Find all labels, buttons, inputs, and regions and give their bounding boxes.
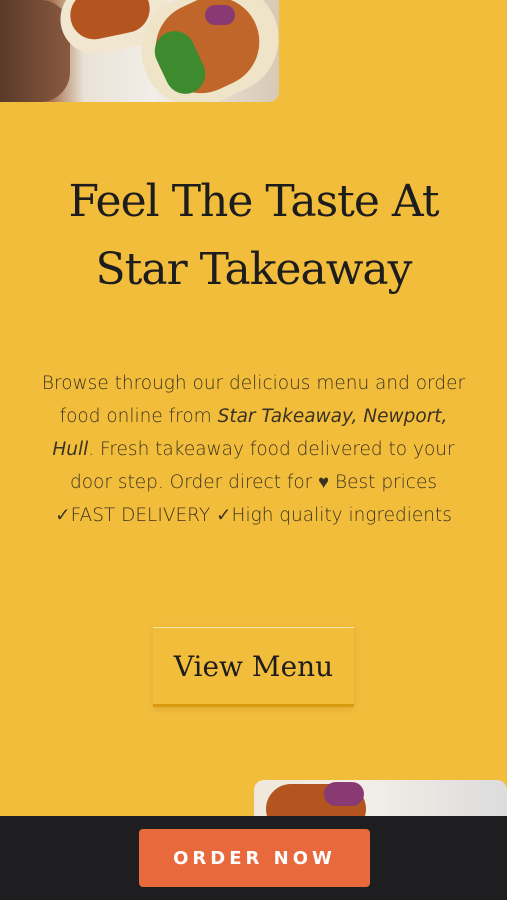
wrap-cabbage — [205, 5, 235, 25]
headline-line-1: Feel The Taste At — [68, 176, 439, 227]
quality-text: High quality ingredients — [231, 505, 452, 526]
best-prices-text: Best prices — [335, 472, 437, 493]
page-title: Feel The Taste At Star Takeaway — [0, 168, 507, 304]
heart-icon: ♥ — [318, 472, 330, 493]
check-icon: ✓ — [216, 505, 232, 526]
order-now-button[interactable]: ORDER NOW — [139, 829, 370, 887]
hero-food-image — [0, 0, 279, 102]
intro-paragraph: Browse through our delicious menu and or… — [40, 367, 467, 532]
check-icon: ✓ — [55, 505, 71, 526]
bottom-bar: ORDER NOW — [0, 816, 507, 900]
fast-delivery-text: FAST DELIVERY — [70, 505, 211, 526]
headline-line-2: Star Takeaway — [95, 244, 413, 295]
promo-wrap-cabbage — [324, 782, 364, 806]
view-menu-button[interactable]: View Menu — [153, 627, 354, 707]
